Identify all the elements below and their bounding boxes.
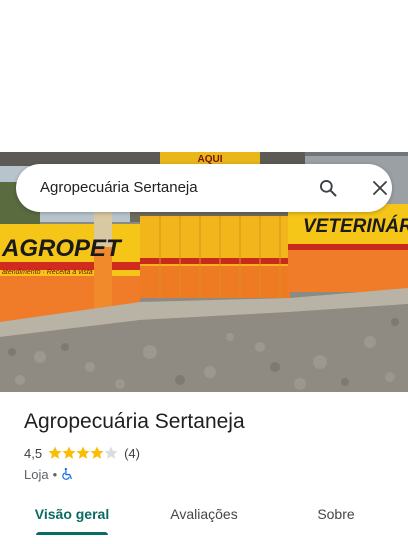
meta-row: Loja • <box>24 466 74 482</box>
sign-left-text: AGROPET <box>1 235 123 262</box>
tab-overview[interactable]: Visão geral <box>24 494 120 534</box>
star-half-empty-icon <box>104 446 118 459</box>
close-button[interactable] <box>366 174 394 202</box>
search-input[interactable]: Agropecuária Sertaneja <box>40 179 198 196</box>
star-icon <box>62 446 76 459</box>
close-icon <box>373 181 387 195</box>
sign-right-text: VETERINÁRIA <box>303 215 408 237</box>
active-tab-indicator <box>36 532 108 535</box>
rating-value: 4,5 <box>24 445 43 461</box>
search-button[interactable] <box>314 174 342 202</box>
star-icon <box>90 446 104 459</box>
star-rating <box>48 446 118 460</box>
tab-reviews[interactable]: Avaliações <box>156 494 252 534</box>
star-icon <box>48 446 62 459</box>
rating-row[interactable]: 4,5 (4) <box>24 445 140 461</box>
map-area-blank <box>0 0 408 152</box>
place-title: Agropecuária Sertaneja <box>24 410 245 433</box>
search-icon <box>320 180 337 197</box>
star-icon <box>76 446 90 459</box>
search-bar[interactable]: Agropecuária Sertaneja <box>16 164 392 212</box>
meta-separator: • <box>52 466 58 482</box>
review-count[interactable]: (4) <box>124 446 140 461</box>
sign-left-subtext: atendimento · Receita à vista <box>2 269 93 276</box>
tab-about[interactable]: Sobre <box>288 494 384 534</box>
tab-bar: Visão geral Avaliações Sobre <box>0 494 408 542</box>
place-category: Loja <box>24 466 49 482</box>
wheelchair-icon <box>61 467 74 481</box>
